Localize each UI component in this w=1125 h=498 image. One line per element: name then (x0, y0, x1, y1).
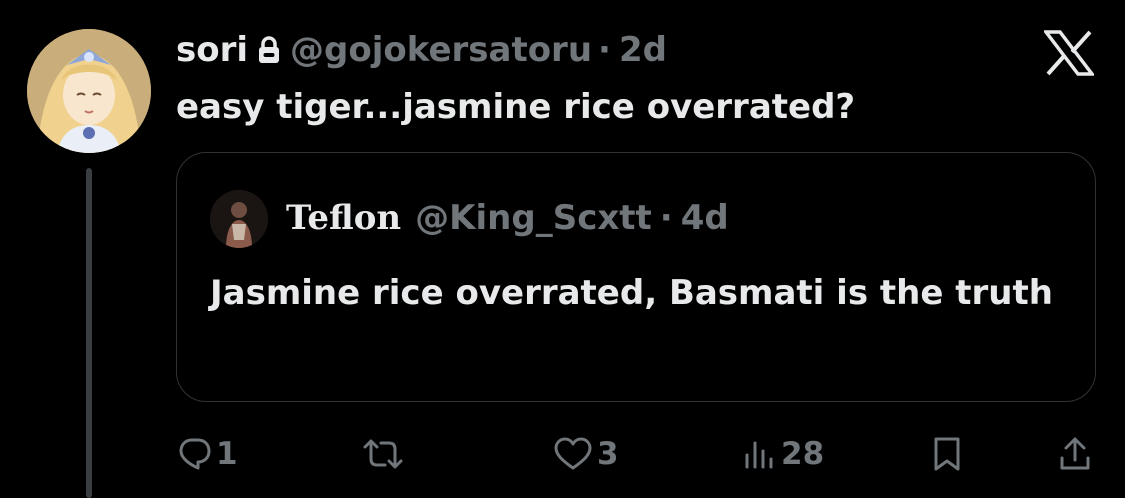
thread-line (86, 168, 92, 498)
lock-icon (258, 36, 280, 64)
tweet-header: sori @gojokersatoru · 2d (176, 30, 667, 70)
quoted-tweet-header: Teflon @King_Scxtt · 4d (286, 198, 729, 238)
quoted-tweet-text: Jasmine rice overrated, Basmati is the t… (210, 273, 1053, 313)
author-handle[interactable]: @gojokersatoru (290, 30, 592, 70)
like-count: 3 (597, 436, 619, 472)
avatar[interactable] (27, 29, 151, 153)
views-count: 28 (781, 436, 825, 472)
bookmark-button[interactable] (930, 432, 964, 476)
retweet-icon (363, 439, 403, 469)
share-button[interactable] (1058, 432, 1092, 476)
views-chart-icon (745, 441, 773, 469)
tweet-age[interactable]: 2d (619, 30, 667, 70)
retweet-button[interactable] (361, 432, 409, 476)
quoted-author-handle[interactable]: @King_Scxtt (415, 198, 652, 238)
author-name[interactable]: sori (176, 30, 248, 70)
quoted-author-name[interactable]: Teflon (286, 198, 401, 238)
anime-avatar-icon (27, 29, 151, 153)
reply-count: 1 (216, 436, 238, 472)
x-logo-icon (1042, 30, 1096, 76)
share-icon (1060, 437, 1090, 470)
quoted-tweet-age[interactable]: 4d (681, 198, 729, 238)
quoted-avatar[interactable] (210, 190, 268, 248)
separator-dot: · (659, 198, 673, 238)
views-button[interactable]: 28 (743, 432, 824, 476)
reply-button[interactable]: 1 (178, 432, 238, 476)
bookmark-icon (934, 437, 960, 471)
separator-dot: · (598, 30, 611, 70)
tweet-text: easy tiger...jasmine rice overrated? (176, 87, 856, 127)
reply-icon (179, 438, 211, 470)
person-avatar-icon (210, 190, 268, 248)
like-button[interactable]: 3 (553, 432, 619, 476)
heart-icon (554, 437, 592, 470)
